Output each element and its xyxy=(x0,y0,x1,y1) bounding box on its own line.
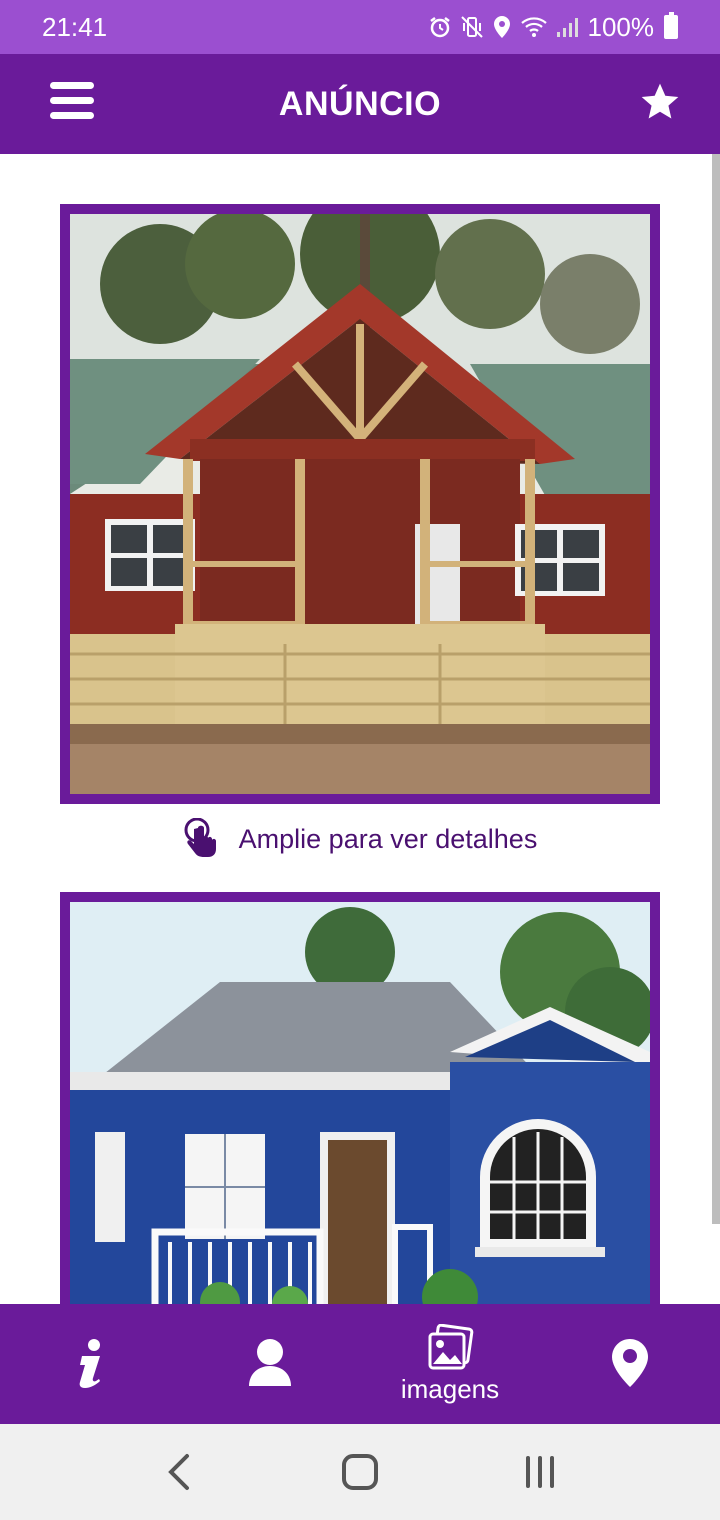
nav-images[interactable]: imagens xyxy=(360,1304,540,1424)
house-red-image xyxy=(70,214,650,794)
page-title: ANÚNCIO xyxy=(278,84,442,123)
scrollbar[interactable] xyxy=(712,154,720,1224)
nav-info[interactable] xyxy=(0,1304,180,1424)
status-right: 100% xyxy=(428,11,678,43)
content-area[interactable]: Amplie para ver detalhes xyxy=(0,154,710,1304)
signal-icon xyxy=(556,18,578,37)
back-chevron-icon xyxy=(168,1454,189,1490)
nav-user[interactable] xyxy=(180,1304,360,1424)
photo-house-blue[interactable] xyxy=(60,892,660,1304)
recents-button[interactable] xyxy=(510,1442,570,1502)
status-bar: 21:41 100% xyxy=(0,0,720,54)
bottom-nav: imagens xyxy=(0,1304,720,1424)
back-button[interactable] xyxy=(150,1442,210,1502)
vibrate-icon xyxy=(460,16,483,38)
photo-house-red[interactable] xyxy=(60,204,660,804)
zoom-hint: Amplie para ver detalhes xyxy=(0,818,710,860)
nav-images-label: imagens xyxy=(400,1373,500,1404)
info-icon xyxy=(79,1339,100,1388)
battery-icon xyxy=(664,12,678,39)
alarm-icon xyxy=(429,17,450,38)
wifi-icon xyxy=(520,17,547,37)
status-icons xyxy=(428,15,578,39)
app-bar: ANÚNCIO xyxy=(0,54,720,154)
home-square-icon xyxy=(342,1454,378,1490)
zoom-hint-text: Amplie para ver detalhes xyxy=(238,823,538,854)
status-time: 21:41 xyxy=(42,11,108,42)
images-icon xyxy=(428,1323,474,1369)
star-icon[interactable] xyxy=(638,80,682,124)
recents-icon xyxy=(526,1456,554,1488)
location-pin-icon xyxy=(612,1339,648,1387)
hamburger-menu-icon[interactable] xyxy=(50,82,94,126)
user-icon xyxy=(249,1339,291,1386)
system-nav-bar xyxy=(0,1424,720,1520)
house-blue-image xyxy=(70,902,650,1304)
home-button[interactable] xyxy=(330,1442,390,1502)
touch-zoom-icon xyxy=(184,818,216,857)
location-icon xyxy=(493,16,510,38)
battery-percent: 100% xyxy=(587,11,655,42)
nav-location[interactable] xyxy=(540,1304,720,1424)
